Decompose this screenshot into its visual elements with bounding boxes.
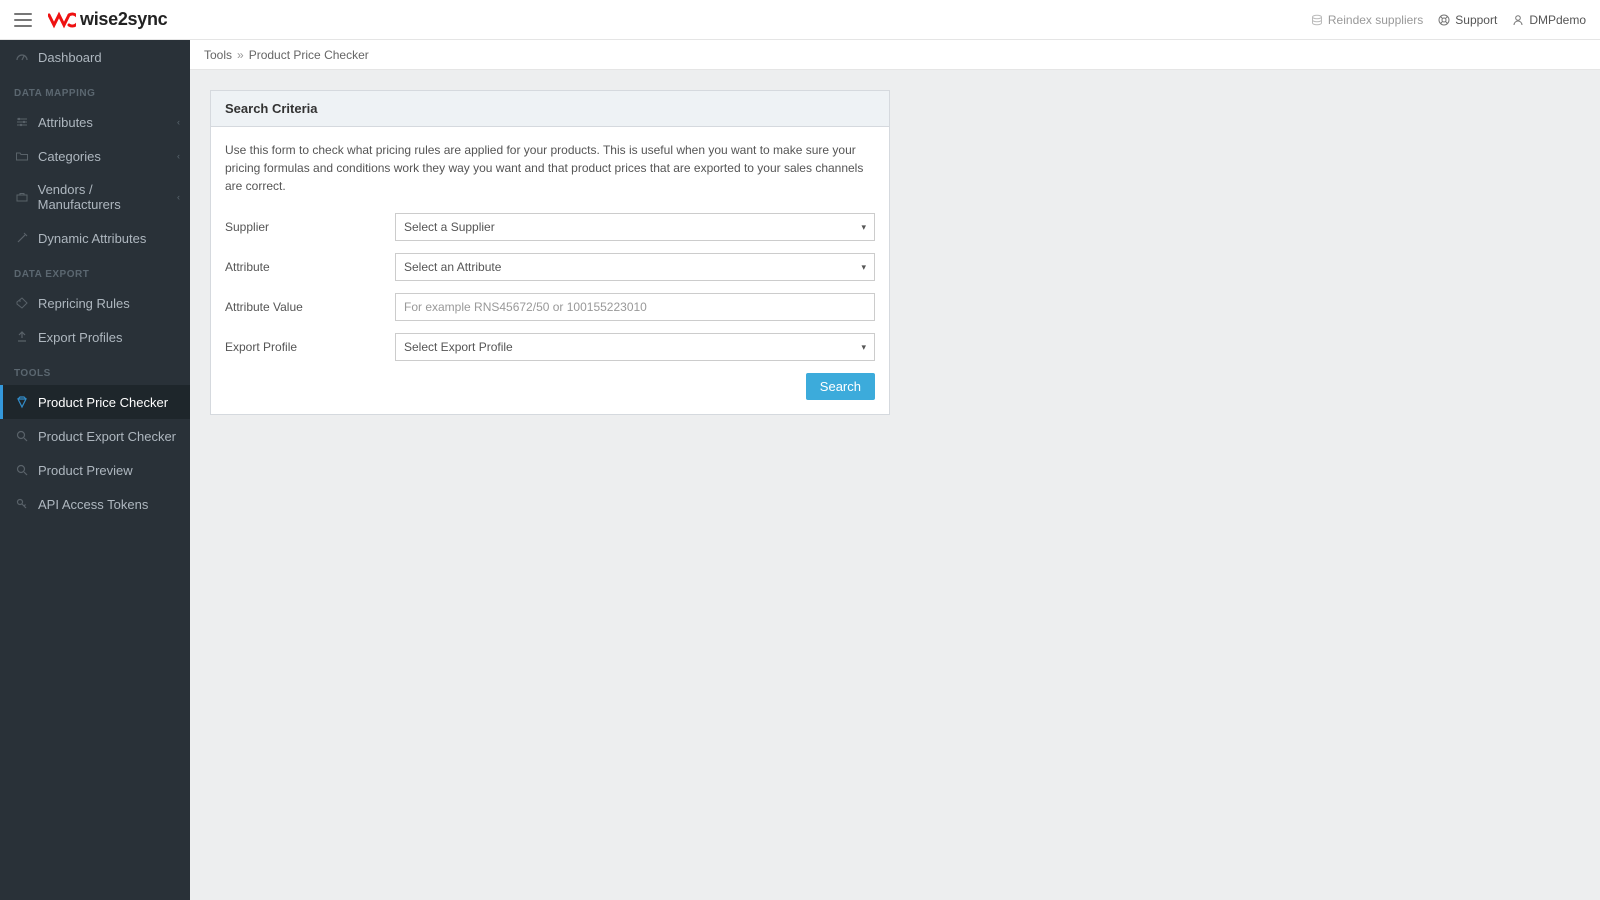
briefcase-icon — [14, 189, 30, 205]
panel-description: Use this form to check what pricing rule… — [225, 141, 875, 195]
user-icon — [1511, 13, 1525, 27]
supplier-label: Supplier — [225, 220, 395, 234]
supplier-select[interactable]: Select a Supplier ▾ — [395, 213, 875, 241]
search-icon — [14, 428, 30, 444]
attribute-label: Attribute — [225, 260, 395, 274]
chevron-left-icon: ‹ — [177, 151, 180, 161]
gauge-icon — [14, 49, 30, 65]
top-header: wise2sync Reindex suppliers Support DMPd… — [0, 0, 1600, 40]
brand-text: wise2sync — [80, 9, 167, 30]
sidebar-item-price-checker[interactable]: Product Price Checker — [0, 385, 190, 419]
sidebar-item-label: Repricing Rules — [38, 296, 130, 311]
sidebar-item-product-preview[interactable]: Product Preview — [0, 453, 190, 487]
sidebar-item-label: Export Profiles — [38, 330, 123, 345]
user-menu[interactable]: DMPdemo — [1511, 13, 1586, 27]
attribute-select[interactable]: Select an Attribute ▾ — [395, 253, 875, 281]
sidebar-item-vendors[interactable]: Vendors / Manufacturers ‹ — [0, 173, 190, 221]
sidebar-item-label: Product Preview — [38, 463, 133, 478]
content-area: Search Criteria Use this form to check w… — [190, 70, 1600, 900]
lifebuoy-icon — [1437, 13, 1451, 27]
caret-down-icon: ▾ — [861, 342, 866, 353]
breadcrumb: Tools » Product Price Checker — [190, 40, 1600, 70]
breadcrumb-parent[interactable]: Tools — [204, 48, 232, 62]
search-criteria-panel: Search Criteria Use this form to check w… — [210, 90, 890, 415]
caret-down-icon: ▾ — [861, 222, 866, 233]
sidebar-item-label: Product Export Checker — [38, 429, 176, 444]
sidebar-item-dashboard[interactable]: Dashboard — [0, 40, 190, 74]
sidebar-item-label: Vendors / Manufacturers — [38, 182, 176, 212]
search-button[interactable]: Search — [806, 373, 875, 400]
key-icon — [14, 496, 30, 512]
sidebar-item-label: API Access Tokens — [38, 497, 148, 512]
reindex-suppliers-link[interactable]: Reindex suppliers — [1310, 13, 1423, 27]
sidebar-item-export-profiles[interactable]: Export Profiles — [0, 320, 190, 354]
chevron-left-icon: ‹ — [177, 117, 180, 127]
sidebar-section-tools: TOOLS — [0, 354, 190, 385]
folder-icon — [14, 148, 30, 164]
sidebar-item-export-checker[interactable]: Product Export Checker — [0, 419, 190, 453]
attribute-value-label: Attribute Value — [225, 300, 395, 314]
sidebar: Dashboard DATA MAPPING Attributes ‹ Cate… — [0, 40, 190, 900]
sidebar-item-label: Dynamic Attributes — [38, 231, 146, 246]
sidebar-item-label: Categories — [38, 149, 101, 164]
hamburger-icon[interactable] — [14, 13, 34, 27]
search-icon — [14, 462, 30, 478]
brand-logo-mark — [48, 11, 76, 29]
breadcrumb-separator: » — [237, 48, 244, 62]
diamond-icon — [14, 394, 30, 410]
main-area: Tools » Product Price Checker Search Cri… — [190, 40, 1600, 900]
support-link[interactable]: Support — [1437, 13, 1497, 27]
sidebar-item-dynamic-attributes[interactable]: Dynamic Attributes — [0, 221, 190, 255]
attribute-value-input[interactable] — [395, 293, 875, 321]
wand-icon — [14, 230, 30, 246]
database-icon — [1310, 13, 1324, 27]
export-profile-select[interactable]: Select Export Profile ▾ — [395, 333, 875, 361]
sidebar-item-api-tokens[interactable]: API Access Tokens — [0, 487, 190, 521]
export-profile-label: Export Profile — [225, 340, 395, 354]
sidebar-item-label: Product Price Checker — [38, 395, 168, 410]
sidebar-item-attributes[interactable]: Attributes ‹ — [0, 105, 190, 139]
sidebar-section-mapping: DATA MAPPING — [0, 74, 190, 105]
sidebar-item-label: Dashboard — [38, 50, 102, 65]
sidebar-item-label: Attributes — [38, 115, 93, 130]
brand-logo[interactable]: wise2sync — [48, 9, 167, 30]
caret-down-icon: ▾ — [861, 262, 866, 273]
panel-title: Search Criteria — [211, 91, 889, 127]
sidebar-item-repricing[interactable]: Repricing Rules — [0, 286, 190, 320]
breadcrumb-current: Product Price Checker — [249, 48, 369, 62]
export-icon — [14, 329, 30, 345]
chevron-left-icon: ‹ — [177, 192, 180, 202]
sidebar-item-categories[interactable]: Categories ‹ — [0, 139, 190, 173]
tag-icon — [14, 295, 30, 311]
sidebar-section-export: DATA EXPORT — [0, 255, 190, 286]
sliders-icon — [14, 114, 30, 130]
